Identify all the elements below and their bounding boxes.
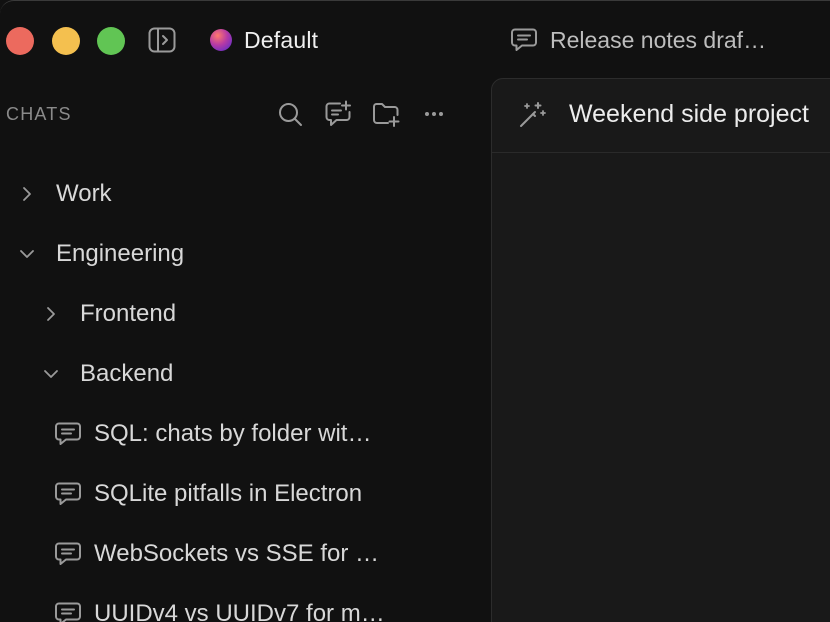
folder-label: Engineering [56, 240, 185, 267]
maximize-window-button[interactable] [97, 27, 125, 55]
chat-bubble-icon [54, 481, 82, 507]
search-icon[interactable] [276, 100, 304, 128]
chat-list-item[interactable]: WebSockets vs SSE for … [54, 524, 379, 584]
folder-row[interactable]: Frontend [41, 284, 176, 344]
chevron-right-icon[interactable] [17, 184, 37, 204]
new-folder-icon[interactable] [372, 100, 400, 128]
chat-title: WebSockets vs SSE for … [94, 540, 379, 567]
app-window: Default Release notes draf… CHATS Work E… [0, 0, 830, 622]
profile-name: Default [244, 26, 319, 53]
profile-selector[interactable]: Default [210, 24, 318, 56]
active-chat-title: Release notes draf… [550, 26, 767, 53]
chat-bubble-icon [54, 601, 82, 622]
chat-bubble-icon [54, 421, 82, 447]
sidebar-toggle-icon[interactable] [148, 27, 176, 53]
main-title: Weekend side project [569, 100, 809, 128]
folder-label: Work [56, 180, 112, 207]
folder-label: Backend [80, 360, 174, 387]
sidebar: CHATS Work Engineering Frontend Backend … [0, 80, 490, 622]
folder-row[interactable]: Backend [41, 344, 173, 404]
minimize-window-button[interactable] [52, 27, 80, 55]
folder-row[interactable]: Engineering [17, 224, 184, 284]
sidebar-header: CHATS [0, 80, 490, 148]
magic-wand-icon[interactable] [518, 101, 546, 129]
active-chat-tab[interactable]: Release notes draf… [510, 24, 766, 56]
chat-bubble-icon [510, 27, 538, 53]
main-panel: Weekend side project [491, 78, 830, 622]
chats-section-label: CHATS [6, 104, 72, 124]
chevron-right-icon[interactable] [41, 304, 61, 324]
chat-list-item[interactable]: SQLite pitfalls in Electron [54, 464, 362, 524]
chat-list-item[interactable]: SQL: chats by folder wit… [54, 404, 371, 464]
main-header: Weekend side project [492, 79, 830, 153]
chat-bubble-icon [54, 541, 82, 567]
chat-list-item[interactable]: UUIDv4 vs UUIDv7 for m… [54, 584, 385, 622]
chevron-down-icon[interactable] [41, 364, 61, 384]
close-window-button[interactable] [6, 27, 34, 55]
new-chat-icon[interactable] [324, 100, 352, 128]
chevron-down-icon[interactable] [17, 244, 37, 264]
chat-title: SQLite pitfalls in Electron [94, 480, 363, 507]
folder-label: Frontend [80, 300, 177, 327]
title-bar: Default Release notes draf… [0, 0, 830, 80]
chat-title: SQL: chats by folder wit… [94, 420, 372, 447]
more-icon[interactable] [420, 100, 448, 128]
folder-row[interactable]: Work [17, 164, 112, 224]
chat-title: UUIDv4 vs UUIDv7 for m… [94, 600, 385, 622]
profile-avatar-icon [210, 29, 232, 51]
